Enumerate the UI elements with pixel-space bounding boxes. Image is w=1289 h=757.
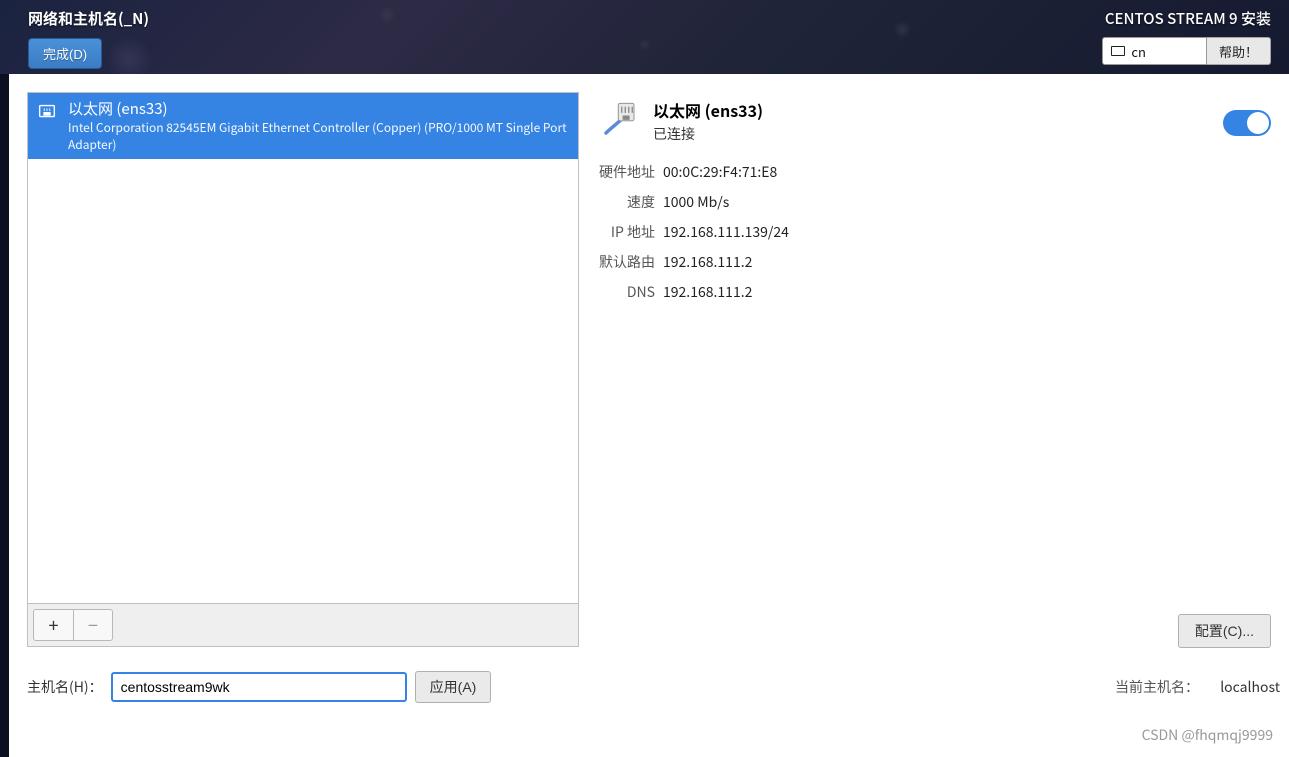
header-bar: 网络和主机名(_N) 完成(D) CENTOS STREAM 9 安装 cn 帮…	[0, 0, 1289, 74]
connection-header: 以太网 (ens33) 已连接	[599, 98, 1271, 144]
done-button[interactable]: 完成(D)	[28, 38, 102, 69]
remove-device-button[interactable]: −	[73, 609, 113, 641]
main-content: 以太网 (ens33) Intel Corporation 82545EM Gi…	[9, 74, 1289, 665]
ip-value: 192.168.111.139/24	[663, 222, 789, 242]
connection-details: 硬件地址 00:0C:29:F4:71:E8 速度 1000 Mb/s IP 地…	[599, 162, 1271, 302]
dns-value: 192.168.111.2	[663, 282, 752, 302]
page-title: 网络和主机名(_N)	[28, 8, 1271, 29]
connection-status: 已连接	[653, 124, 763, 144]
dns-label: DNS	[599, 282, 655, 302]
hostname-input[interactable]	[111, 672, 407, 702]
speed-label: 速度	[599, 192, 655, 212]
ethernet-plug-icon	[599, 98, 641, 140]
header-right: CENTOS STREAM 9 安装 cn 帮助！	[1102, 8, 1271, 65]
connection-toggle[interactable]	[1223, 110, 1271, 136]
keyboard-layout-label: cn	[1131, 42, 1146, 61]
current-hostname-value: localhost	[1220, 677, 1280, 697]
speed-value: 1000 Mb/s	[663, 192, 729, 212]
connection-title: 以太网 (ens33)	[653, 98, 763, 122]
left-edge-decoration	[0, 74, 9, 757]
add-device-button[interactable]: +	[33, 609, 73, 641]
network-device-item[interactable]: 以太网 (ens33) Intel Corporation 82545EM Gi…	[28, 93, 578, 159]
ip-label: IP 地址	[599, 222, 655, 242]
watermark: CSDN @fhqmqj9999	[1142, 725, 1273, 745]
current-hostname-label: 当前主机名：	[1115, 677, 1199, 697]
device-name: 以太网 (ens33)	[68, 99, 568, 119]
keyboard-layout-indicator[interactable]: cn	[1102, 37, 1207, 65]
right-panel: 以太网 (ens33) 已连接 硬件地址 00:0C:29:F4:71:E8 速…	[599, 92, 1271, 647]
ethernet-icon	[36, 101, 58, 123]
left-panel: 以太网 (ens33) Intel Corporation 82545EM Gi…	[27, 92, 579, 647]
keyboard-icon	[1111, 46, 1125, 56]
help-button[interactable]: 帮助！	[1207, 37, 1271, 65]
network-device-list[interactable]: 以太网 (ens33) Intel Corporation 82545EM Gi…	[27, 92, 579, 604]
apply-hostname-button[interactable]: 应用(A)	[415, 671, 492, 703]
gateway-label: 默认路由	[599, 252, 655, 272]
list-toolbar: + −	[27, 604, 579, 647]
gateway-value: 192.168.111.2	[663, 252, 752, 272]
hw-addr-value: 00:0C:29:F4:71:E8	[663, 162, 777, 182]
hw-addr-label: 硬件地址	[599, 162, 655, 182]
toggle-knob	[1247, 112, 1269, 134]
device-description: Intel Corporation 82545EM Gigabit Ethern…	[68, 119, 568, 153]
configure-button[interactable]: 配置(C)...	[1178, 614, 1271, 648]
hostname-label: 主机名(H)：	[27, 677, 103, 697]
hostname-row: 主机名(H)： 应用(A) 当前主机名： localhost	[9, 671, 1289, 703]
install-title: CENTOS STREAM 9 安装	[1102, 8, 1271, 29]
